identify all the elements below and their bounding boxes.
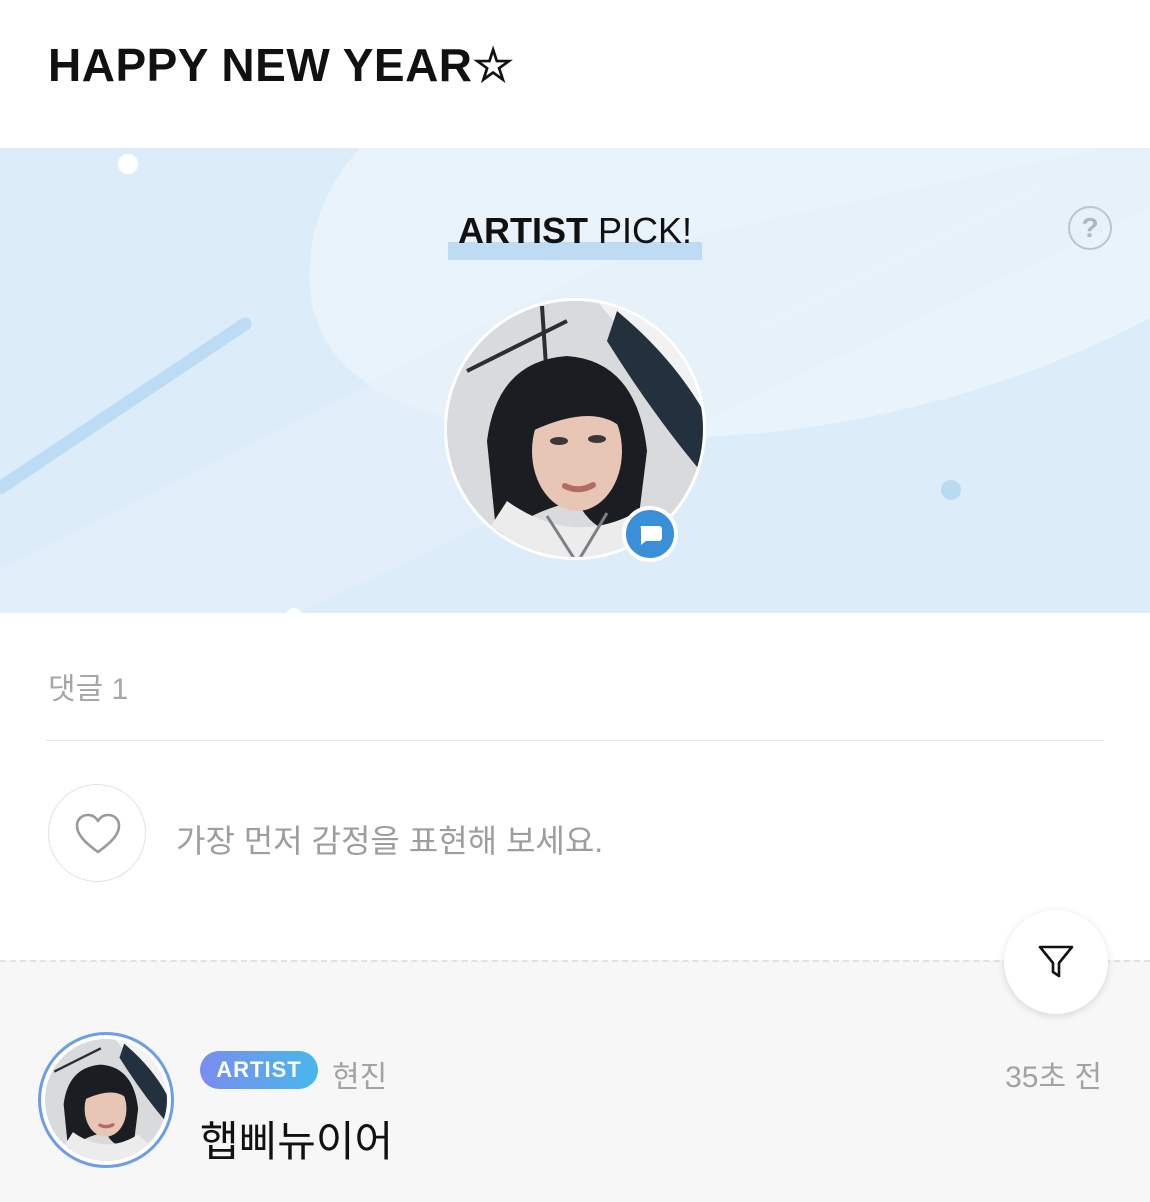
comment-count: 댓글 1 [48,673,129,706]
comment-list [0,960,1150,1202]
filter-funnel-icon [1038,945,1074,978]
post-title: HAPPY NEW YEAR☆ [48,39,515,91]
divider [46,740,1104,741]
comment-timestamp: 35초 전 [1005,1061,1102,1094]
chat-bubble-icon [622,506,678,562]
artist-pick-title: ARTIST PICK! [0,210,1150,260]
pick-title-rest: PICK! [587,210,693,251]
like-button[interactable] [48,784,146,882]
artist-pick-banner: ARTIST PICK! ? [0,148,1150,613]
comment-author[interactable]: 현진 [332,1052,387,1096]
reaction-prompt: 가장 먼저 감정을 표현해 보세요. [176,823,604,859]
comment-avatar[interactable] [38,1032,174,1168]
commenter-photo [45,1039,167,1161]
help-icon[interactable]: ? [1068,206,1112,250]
filter-button[interactable] [1004,910,1108,1014]
heart-outline-icon [75,813,121,854]
pick-title-strong: ARTIST [457,210,588,251]
comment-text: 햅삐뉴이어 [200,1118,394,1165]
artist-badge: ARTIST [200,1051,318,1089]
